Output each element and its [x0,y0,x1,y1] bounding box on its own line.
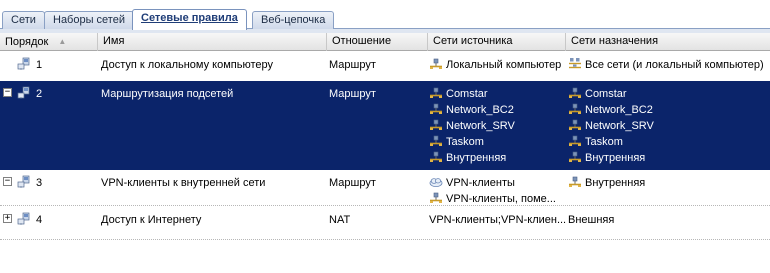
network-icon [569,87,581,98]
rules-grid: Порядок ▲ Имя Отношение Сети источника Се… [0,33,770,273]
network-icon [430,151,442,162]
network-entry: Taskom [429,134,566,150]
network-entry: Все сети (и локальный компьютер) [568,57,768,73]
destination-networks: Внутренняя [568,175,768,191]
rule-name: VPN-клиенты к внутренней сети [101,177,266,189]
network-rule-icon [17,212,30,225]
network-entry: VPN-клиенты [429,175,566,191]
network-icon [430,103,442,114]
rule-order: 3 [36,177,43,189]
rule-relation: Маршрут [329,177,376,189]
network-entry: Network_BC2 [568,102,768,118]
network-rule-icon [17,175,30,188]
source-networks: Локальный компьютер [429,57,566,73]
collapse-icon[interactable]: − [3,88,12,97]
sort-ascending-icon: ▲ [58,37,67,46]
rule-relation: NAT [329,214,351,226]
collapse-icon[interactable]: − [3,177,12,186]
grid-header: Порядок ▲ Имя Отношение Сети источника Се… [0,33,770,51]
network-icon [569,103,581,114]
network-icon [430,87,442,98]
column-header-order[interactable]: Порядок ▲ [0,33,98,51]
source-networks: VPN-клиенты;VPN-клиен... [429,212,566,228]
all-networks-icon [569,58,581,69]
rule-name: Доступ к локальному компьютеру [101,59,273,71]
network-entry: Локальный компьютер [429,57,566,73]
tab-network-sets[interactable]: Наборы сетей [44,11,134,29]
network-icon [569,151,581,162]
rule-relation: Маршрут [329,59,376,71]
network-entry: Network_SRV [568,118,768,134]
rule-order: 1 [36,59,43,71]
network-entry: Внутренняя [568,150,768,166]
network-icon [430,119,442,130]
column-header-name[interactable]: Имя [98,33,327,51]
rule-row-3[interactable]: − 3 VPN-клиенты к внутренней сети Маршрут VP… [0,170,770,206]
rule-order: 4 [36,214,43,226]
destination-networks: Все сети (и локальный компьютер) [568,57,768,73]
network-icon [430,135,442,146]
network-icon [569,176,581,187]
destination-networks: Comstar Network_BC2 Network_SRV Taskom Внутр… [568,86,768,166]
network-icon [569,119,581,130]
network-entry: Network_SRV [429,118,566,134]
row-separator [0,239,770,240]
column-header-destination[interactable]: Сети назначения [566,33,770,51]
rule-name: Маршрутизация подсетей [101,88,234,100]
network-entry: Comstar [568,86,768,102]
network-entry: Comstar [429,86,566,102]
rule-row-1[interactable]: 1 Доступ к локальному компьютеру Маршрут Ло… [0,52,770,80]
network-rule-icon [17,57,30,70]
network-entry: Taskom [568,134,768,150]
network-icon [430,192,442,203]
rule-name: Доступ к Интернету [101,214,202,226]
network-entry: Внешняя [568,214,615,226]
rule-row-4[interactable]: +4 Доступ к Интернету NAT VPN-клиенты;VPN-к… [0,207,770,235]
destination-networks: Внешняя [568,212,768,228]
network-entry: Внутренняя [429,150,566,166]
network-icon [569,135,581,146]
network-icon [430,58,442,69]
row-separator [0,205,770,206]
rule-order: 2 [36,88,43,100]
tab-web-chaining[interactable]: Веб-цепочка [252,11,335,29]
rule-row-2[interactable]: −2 Маршрутизация подсетей Маршрут Comstar Ne… [0,81,770,170]
tab-network-rules[interactable]: Сетевые правила [132,9,247,30]
network-rule-icon [17,86,30,99]
tab-strip: Сети Наборы сетей Сетевые правила Веб-це… [0,0,770,33]
column-header-source[interactable]: Сети источника [428,33,566,51]
expand-icon[interactable]: + [3,214,12,223]
rule-relation: Маршрут [329,88,376,100]
column-header-relation[interactable]: Отношение [327,33,428,51]
tab-networks[interactable]: Сети [2,11,45,29]
network-entry: Network_BC2 [429,102,566,118]
vpn-cloud-icon [429,178,443,187]
network-entry: Внутренняя [568,175,768,191]
network-entry: VPN-клиенты;VPN-клиен... [429,214,566,226]
source-networks: Comstar Network_BC2 Network_SRV Taskom Внутр… [429,86,566,166]
source-networks: VPN-клиенты VPN-клиенты, поме... [429,175,566,207]
